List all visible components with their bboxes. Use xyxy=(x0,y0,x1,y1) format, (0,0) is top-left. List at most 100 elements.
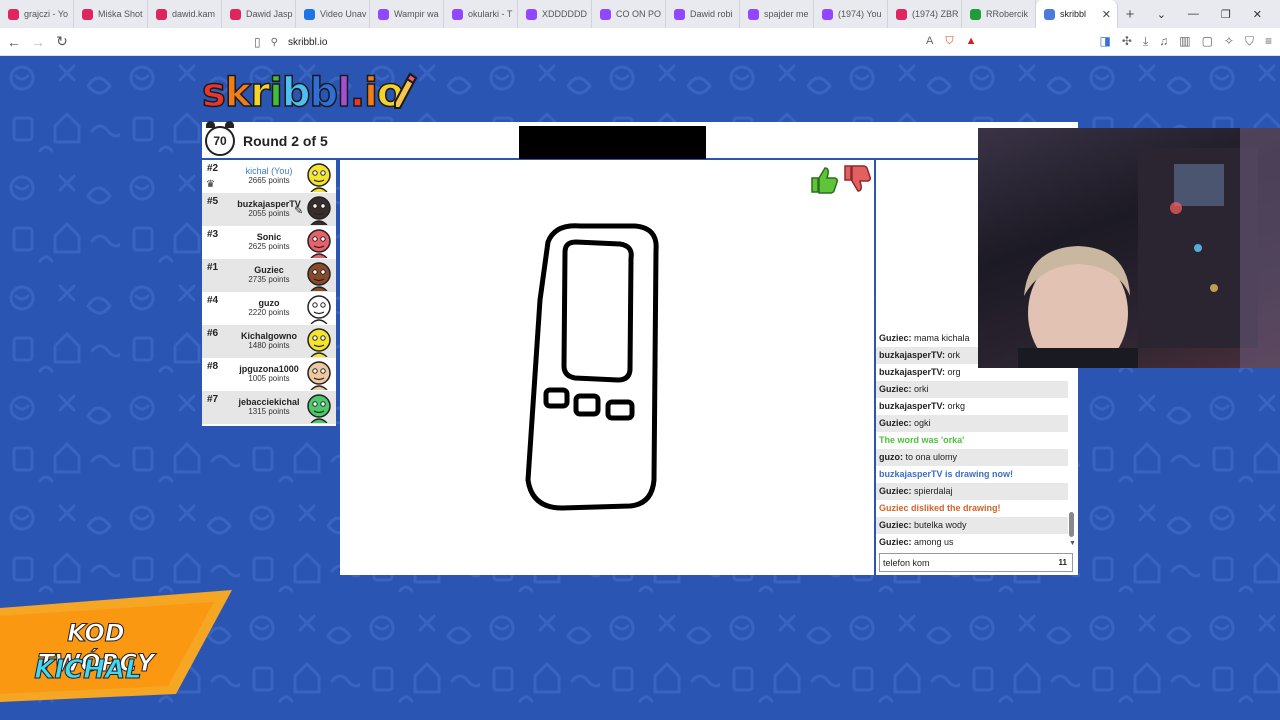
ai-icon[interactable]: ✧ xyxy=(1224,34,1234,49)
brave-shield-icon[interactable]: ⛉ xyxy=(945,35,953,48)
browser-tab[interactable]: Miśka Shot xyxy=(74,0,148,28)
browser-tab[interactable]: (1974) You xyxy=(814,0,888,28)
thumbs-down-icon[interactable] xyxy=(841,164,871,194)
vpn-icon[interactable]: ⛉ xyxy=(1245,34,1254,49)
sidebar-icon[interactable]: ▥ xyxy=(1179,34,1190,49)
guess-input[interactable] xyxy=(883,557,1043,568)
media-icon[interactable]: ♫ xyxy=(1159,34,1168,49)
rewards-icon[interactable]: ▲ xyxy=(966,35,977,48)
browser-tab[interactable]: XDDDDDD xyxy=(518,0,592,28)
tab-favicon-icon xyxy=(1044,8,1055,20)
chat-message: guzo: to ona ulomy xyxy=(876,449,1068,466)
new-tab-button[interactable]: + xyxy=(1118,6,1142,23)
player-name: Kichalgowno xyxy=(241,331,297,341)
player-row[interactable]: #1 Guziec 2735 points xyxy=(202,259,336,292)
player-row[interactable]: #6 Kichalgowno 1480 points xyxy=(202,325,336,358)
chat-user: buzkajasperTV xyxy=(879,350,943,360)
tab-label: Video Unav xyxy=(320,9,367,19)
extension-icon[interactable]: ◨ xyxy=(1100,34,1111,49)
chat-system-message: buzkajasperTV is drawing now! xyxy=(879,469,1014,479)
chat-text: orki xyxy=(914,384,929,394)
player-row[interactable]: #2 kichal (You) 2665 points ♛ xyxy=(202,160,336,193)
player-list: #2 kichal (You) 2665 points ♛ #5 buzkajasperT… xyxy=(202,160,336,426)
player-info: jebacciekichal 1315 points xyxy=(230,397,308,417)
browser-tab[interactable]: dawid.kam xyxy=(148,0,222,28)
tab-favicon-icon xyxy=(82,8,93,20)
browser-tab[interactable]: (1974) ZBR xyxy=(888,0,962,28)
tab-label: CO ON PO xyxy=(616,9,662,19)
tab-label: okularki - T xyxy=(468,9,513,19)
player-rank: #6 xyxy=(207,328,219,339)
tab-label: Miśka Shot xyxy=(98,9,143,19)
player-points: 2665 points xyxy=(248,176,290,185)
wallet-icon[interactable]: ▢ xyxy=(1202,34,1213,49)
player-row[interactable]: #3 Sonic 2625 points xyxy=(202,226,336,259)
player-avatar xyxy=(307,361,331,390)
site-info-icon[interactable]: ⚲ xyxy=(271,37,278,48)
logo-letter: i xyxy=(363,69,378,117)
browser-tab[interactable]: Wampir wa xyxy=(370,0,444,28)
tab-label: skribbl xyxy=(1060,9,1087,19)
browser-tab[interactable]: okularki - T xyxy=(444,0,518,28)
download-icon[interactable]: ⤓ xyxy=(1143,34,1148,49)
tab-favicon-icon xyxy=(8,8,19,20)
minimize-icon[interactable]: — xyxy=(1188,8,1199,20)
bookmark-icon[interactable]: ▯ xyxy=(254,35,261,49)
browser-tab[interactable]: Dawid Jasp xyxy=(222,0,296,28)
tab-label: Wampir wa xyxy=(394,9,439,19)
url-text[interactable]: skribbl.io xyxy=(288,37,327,48)
chat-message: Guziec: ogki xyxy=(876,415,1068,432)
thumbs-up-icon[interactable] xyxy=(808,164,838,194)
player-row[interactable]: #8 jpguzona1000 1005 points xyxy=(202,358,336,391)
player-points: 2735 points xyxy=(248,275,290,284)
menu-icon[interactable]: ≡ xyxy=(1265,34,1272,49)
reload-icon[interactable]: ↻ xyxy=(52,33,72,50)
browser-tab[interactable]: grajczi - Yo xyxy=(0,0,74,28)
puzzle-icon[interactable]: ✣ xyxy=(1122,34,1132,49)
streamer-camera-feed xyxy=(1018,128,1280,368)
tab-favicon-icon xyxy=(378,8,389,20)
tab-favicon-icon xyxy=(526,8,537,20)
translate-icon[interactable]: A xyxy=(926,35,933,48)
char-counter: 11 xyxy=(1058,558,1067,567)
player-name: jpguzona1000 xyxy=(239,364,299,374)
url-field[interactable]: ▯ ⚲ skribbl.io xyxy=(254,32,994,52)
browser-tab[interactable]: CO ON PO xyxy=(592,0,666,28)
chat-input-box[interactable]: 11 xyxy=(879,553,1073,572)
chat-message: buzkajasperTV: orkg xyxy=(876,398,1068,415)
chat-text: orkg xyxy=(947,401,966,411)
close-window-icon[interactable]: ✕ xyxy=(1253,8,1262,21)
player-row[interactable]: #7 jebacciekichal 1315 points xyxy=(202,391,336,424)
tab-favicon-icon xyxy=(600,8,611,20)
browser-tab[interactable]: RRobercik xyxy=(962,0,1036,28)
tab-label: RRobercik xyxy=(986,9,1029,19)
player-avatar xyxy=(307,262,331,291)
player-avatar xyxy=(307,229,331,258)
browser-tab[interactable]: Dawid robi xyxy=(666,0,740,28)
active-browser-tab[interactable]: skribbl ✕ xyxy=(1036,0,1118,28)
back-icon[interactable]: ← xyxy=(4,34,24,50)
player-rank: #8 xyxy=(207,361,219,372)
scroll-down-icon[interactable]: ▼ xyxy=(1069,540,1076,547)
chat-text: among us xyxy=(914,537,954,547)
player-points: 1315 points xyxy=(248,407,290,416)
player-row[interactable]: #5 buzkajasperTV 2055 points ✎ xyxy=(202,193,336,226)
forward-icon[interactable]: → xyxy=(28,34,48,50)
crown-icon: ♛ xyxy=(206,179,215,190)
tab-search-icon[interactable]: ⌄ xyxy=(1157,8,1166,21)
browser-tab[interactable]: spajder me xyxy=(740,0,814,28)
player-info: Kichalgowno 1480 points xyxy=(230,331,308,351)
chat-text: spierdalaj xyxy=(914,486,953,496)
tab-favicon-icon xyxy=(748,8,759,20)
player-rank: #5 xyxy=(207,196,219,207)
logo-letter: l xyxy=(336,69,351,117)
chat-scrollbar[interactable] xyxy=(1069,512,1074,537)
player-info: kichal (You) 2665 points xyxy=(230,166,308,186)
player-row[interactable]: #4 guzo 2220 points xyxy=(202,292,336,325)
close-tab-icon[interactable]: ✕ xyxy=(1102,8,1111,21)
browser-tab[interactable]: Video Unav xyxy=(296,0,370,28)
chat-user: Guziec xyxy=(879,418,909,428)
player-rank: #7 xyxy=(207,394,219,405)
restore-icon[interactable]: ❐ xyxy=(1221,8,1231,21)
drawing-canvas[interactable] xyxy=(340,160,874,575)
